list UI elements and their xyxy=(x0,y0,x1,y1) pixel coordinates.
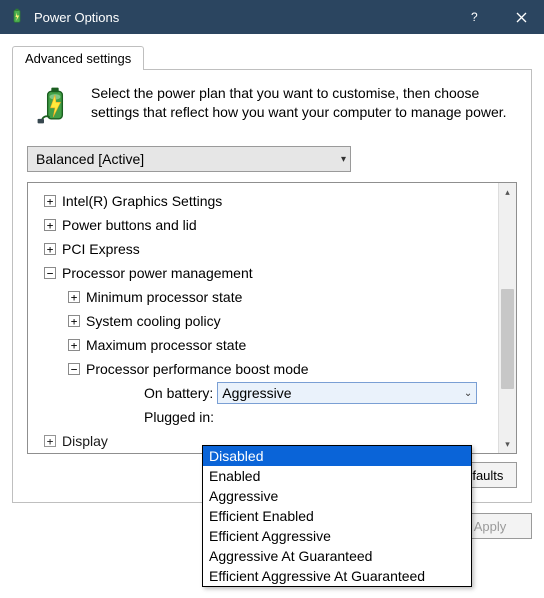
setting-key: On battery: xyxy=(144,385,213,401)
power-plan-select[interactable]: Balanced [Active] ▾ xyxy=(27,146,351,172)
tree-label: Intel(R) Graphics Settings xyxy=(62,193,222,209)
expand-icon[interactable]: + xyxy=(44,219,56,231)
dropdown-option[interactable]: Disabled xyxy=(203,446,471,466)
settings-tree: + Intel(R) Graphics Settings + Power but… xyxy=(27,182,517,454)
tab-advanced-settings[interactable]: Advanced settings xyxy=(12,46,144,70)
tree-label: Processor performance boost mode xyxy=(86,361,309,377)
window-title: Power Options xyxy=(34,10,119,25)
tree-item-boost-mode[interactable]: − Processor performance boost mode xyxy=(34,357,494,381)
collapse-icon[interactable]: − xyxy=(44,267,56,279)
tree-label: Minimum processor state xyxy=(86,289,242,305)
dropdown-option[interactable]: Enabled xyxy=(203,466,471,486)
tree-item-min-processor[interactable]: + Minimum processor state xyxy=(34,285,494,309)
dropdown-option[interactable]: Efficient Enabled xyxy=(203,506,471,526)
scroll-up-icon[interactable]: ▴ xyxy=(499,183,516,201)
intro-text: Select the power plan that you want to c… xyxy=(91,84,517,122)
title-bar[interactable]: Power Options ? xyxy=(0,0,544,34)
tab-panel: Select the power plan that you want to c… xyxy=(12,69,532,503)
tree-label: Processor power management xyxy=(62,265,253,281)
svg-text:?: ? xyxy=(471,11,478,23)
tree-item-processor-power[interactable]: − Processor power management xyxy=(34,261,494,285)
power-plan-selected: Balanced [Active] xyxy=(36,151,144,167)
dropdown-option[interactable]: Aggressive At Guaranteed xyxy=(203,546,471,566)
tree-label: PCI Express xyxy=(62,241,140,257)
tree-item-cooling-policy[interactable]: + System cooling policy xyxy=(34,309,494,333)
expand-icon[interactable]: + xyxy=(44,243,56,255)
collapse-icon[interactable]: − xyxy=(68,363,80,375)
tree-item-graphics[interactable]: + Intel(R) Graphics Settings xyxy=(34,189,494,213)
tree-label: System cooling policy xyxy=(86,313,221,329)
setting-key: Plugged in: xyxy=(144,409,214,425)
dropdown-option[interactable]: Efficient Aggressive xyxy=(203,526,471,546)
help-button[interactable]: ? xyxy=(452,0,498,34)
chevron-down-icon: ⌄ xyxy=(464,388,472,399)
boost-mode-dropdown[interactable]: DisabledEnabledAggressiveEfficient Enabl… xyxy=(202,445,472,587)
tab-strip: Advanced settings xyxy=(12,44,532,70)
power-options-icon xyxy=(8,8,26,26)
scroll-track[interactable] xyxy=(499,201,516,435)
close-button[interactable] xyxy=(498,0,544,34)
scroll-thumb[interactable] xyxy=(501,289,514,389)
tree-item-pci-express[interactable]: + PCI Express xyxy=(34,237,494,261)
expand-icon[interactable]: + xyxy=(44,435,56,447)
tree-item-max-processor[interactable]: + Maximum processor state xyxy=(34,333,494,357)
intro-row: Select the power plan that you want to c… xyxy=(27,84,517,128)
battery-power-icon xyxy=(33,84,77,128)
tree-scrollbar[interactable]: ▴ ▾ xyxy=(498,183,516,453)
dropdown-option[interactable]: Aggressive xyxy=(203,486,471,506)
on-battery-value-combo[interactable]: Aggressive ⌄ xyxy=(217,382,477,404)
expand-icon[interactable]: + xyxy=(68,291,80,303)
expand-icon[interactable]: + xyxy=(44,195,56,207)
setting-plugged-in[interactable]: Plugged in: xyxy=(34,405,494,429)
tree-item-power-buttons[interactable]: + Power buttons and lid xyxy=(34,213,494,237)
expand-icon[interactable]: + xyxy=(68,315,80,327)
setting-on-battery[interactable]: On battery: Aggressive ⌄ xyxy=(34,381,494,405)
scroll-down-icon[interactable]: ▾ xyxy=(499,435,516,453)
chevron-down-icon: ▾ xyxy=(341,154,346,165)
expand-icon[interactable]: + xyxy=(68,339,80,351)
tree-label: Power buttons and lid xyxy=(62,217,197,233)
on-battery-value: Aggressive xyxy=(222,385,291,401)
dropdown-option[interactable]: Efficient Aggressive At Guaranteed xyxy=(203,566,471,586)
tree-label: Display xyxy=(62,433,108,449)
tree-label: Maximum processor state xyxy=(86,337,246,353)
